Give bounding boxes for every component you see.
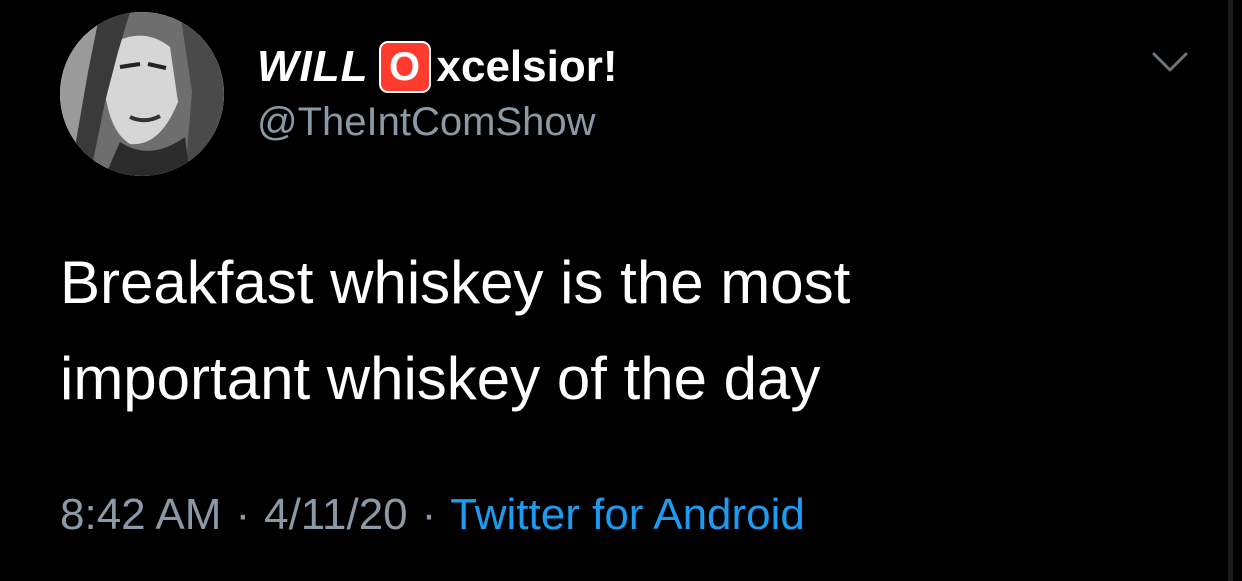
tweet-text-line: important whiskey of the day xyxy=(60,345,821,412)
tweet-source-link[interactable]: Twitter for Android xyxy=(450,490,805,540)
separator-dot: · xyxy=(421,490,437,539)
display-name-prefix: WILL xyxy=(257,42,369,91)
avatar[interactable] xyxy=(60,12,224,176)
chevron-down-icon[interactable] xyxy=(1150,50,1190,76)
tweet-meta: 8:42 AM · 4/11/20 · Twitter for Android xyxy=(60,490,805,540)
avatar-photo xyxy=(60,12,224,176)
user-handle[interactable]: @TheIntComShow xyxy=(257,100,596,145)
display-name[interactable]: WILL O xcelsior! xyxy=(257,38,618,96)
separator-dot: · xyxy=(235,490,251,539)
tweet-date[interactable]: 4/11/20 xyxy=(264,490,408,540)
red-o-emoji-icon: O xyxy=(378,41,431,93)
tweet-text: Breakfast whiskey is the most important … xyxy=(60,235,1180,427)
tweet-text-line: Breakfast whiskey is the most xyxy=(60,249,851,316)
scrollbar-edge xyxy=(1228,0,1242,581)
display-name-suffix: xcelsior! xyxy=(436,42,618,91)
tweet-time[interactable]: 8:42 AM xyxy=(60,490,221,540)
tweet-card: WILL O xcelsior! @TheIntComShow Breakfas… xyxy=(0,0,1228,581)
